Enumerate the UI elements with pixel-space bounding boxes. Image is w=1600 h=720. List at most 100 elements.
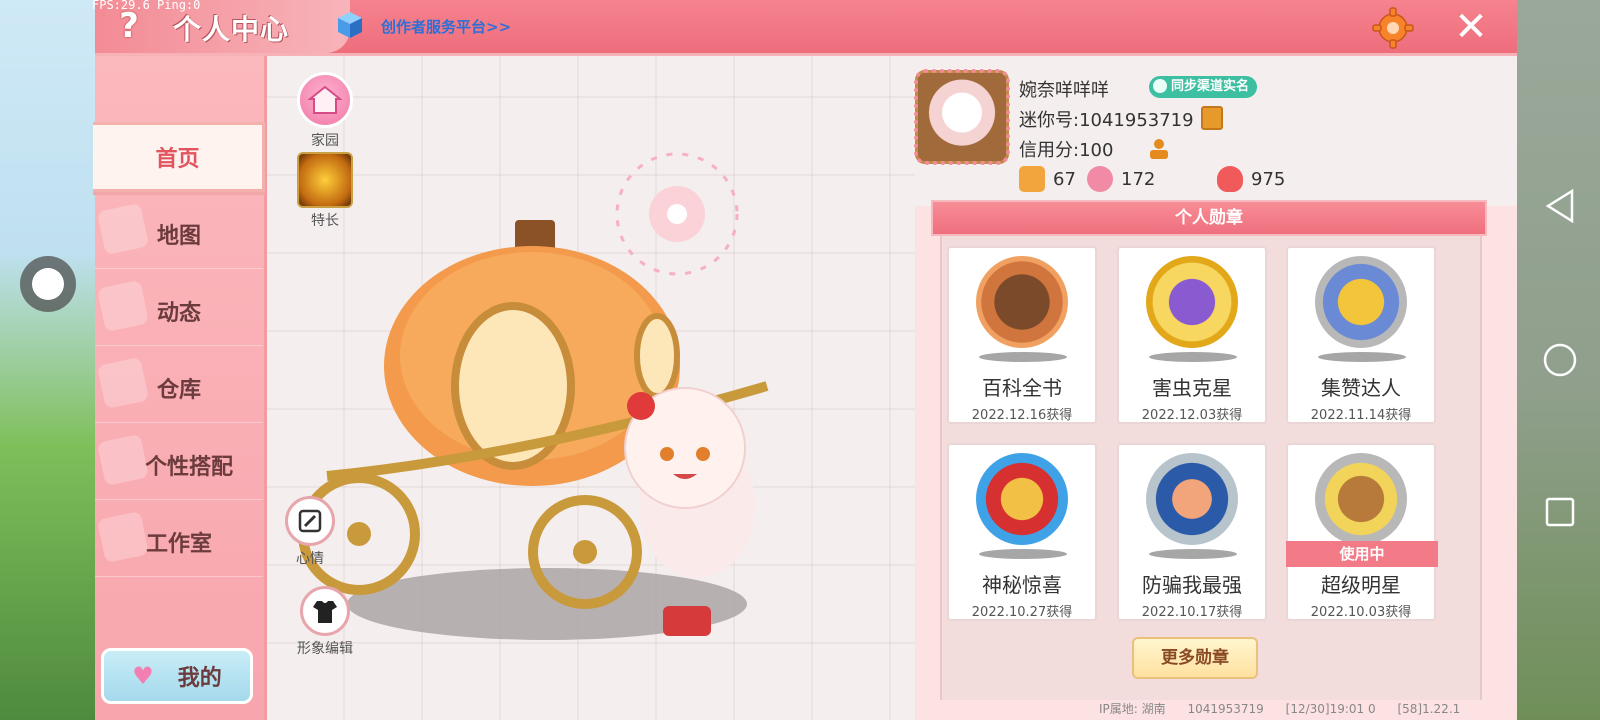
medal-card[interactable]: 害虫克星 2022.12.03获得: [1117, 246, 1267, 424]
house-icon: [297, 72, 353, 128]
my-button[interactable]: ♥ 我的: [101, 648, 253, 704]
medal-card[interactable]: 百科全书 2022.12.16获得: [947, 246, 1097, 424]
sidebar-item-label: 工作室: [145, 531, 212, 557]
page-title: 个人中心: [173, 13, 290, 46]
sidebar-item-feed[interactable]: 动态: [95, 276, 263, 346]
homestead-button[interactable]: 家园: [297, 72, 353, 150]
profile-card: 婉奈咩咩咩 同步渠道实名 迷你号:1041953719 信用分:100 67 1…: [914, 56, 1517, 206]
medal-shadow: [1149, 549, 1237, 559]
gear-icon[interactable]: [1371, 6, 1415, 50]
avatar-edit-button[interactable]: 形象编辑: [297, 586, 353, 658]
medal-date: 2022.10.03获得: [1310, 605, 1412, 620]
in-use-badge: 使用中: [1286, 541, 1438, 567]
time-info: [12/30]19:01 0: [1285, 702, 1376, 716]
medal-superstar-icon: [1315, 453, 1407, 545]
mood-label: 心情: [296, 551, 324, 567]
profile-avatar[interactable]: [914, 69, 1010, 165]
sidebar-item-map[interactable]: 地图: [95, 199, 263, 269]
character-showcase[interactable]: 家园 特长 心情 形象编辑: [267, 56, 915, 720]
warehouse-icon: [96, 356, 150, 410]
studio-icon: [96, 510, 150, 564]
medal-mystery-surprise-icon: [976, 453, 1068, 545]
mood-button[interactable]: 心情: [285, 496, 335, 568]
credit-user-icon[interactable]: [1147, 136, 1171, 160]
copy-icon[interactable]: [1201, 106, 1223, 130]
skill-label: 特长: [311, 213, 339, 229]
more-medals-button[interactable]: 更多勋章: [1132, 637, 1258, 679]
sidebar-item-label: 个性搭配: [144, 454, 233, 480]
medal-card[interactable]: 防骗我最强 2022.10.17获得: [1117, 443, 1267, 621]
medal-card[interactable]: 集赞达人 2022.11.14获得: [1286, 246, 1436, 424]
medal-shadow: [1318, 352, 1406, 362]
medal-name: 害虫克星: [1152, 376, 1232, 400]
sidebar-item-label: 首页: [155, 147, 200, 172]
sidebar-item-outfit[interactable]: 个性搭配: [95, 430, 263, 500]
stat-value: 67: [1053, 168, 1076, 190]
android-navigation-bar: [1520, 0, 1600, 720]
account-number: 1041953719: [1187, 702, 1264, 716]
sidebar-item-home[interactable]: 首页: [93, 122, 265, 192]
fire-icon: [1217, 166, 1243, 192]
edit-pencil-icon: [285, 496, 335, 546]
medal-date: 2022.10.27获得: [971, 605, 1073, 620]
mini-id: 迷你号:1041953719: [1019, 110, 1194, 131]
stat-item[interactable]: 172: [1087, 166, 1155, 192]
likes-icon: [1087, 166, 1113, 192]
medal-pest-buster-icon: [1146, 256, 1238, 348]
skill-button[interactable]: 特长: [297, 152, 353, 230]
skill-icon: [297, 152, 353, 208]
medal-date: 2022.11.14获得: [1310, 408, 1412, 423]
floating-ball-dot: [32, 268, 64, 300]
fps-overlay: FPS:29.6 Ping:0: [92, 0, 201, 12]
medal-anti-fraud-icon: [1146, 453, 1238, 545]
medal-shadow: [979, 549, 1067, 559]
medal-date: 2022.12.16获得: [971, 408, 1073, 423]
main-panel: 首页 地图 动态 仓库 个性搭配 工作室 ♥ 我的 家园 特长 心情 形象编辑 …: [93, 56, 1517, 720]
stat-item[interactable]: 975: [1217, 166, 1285, 192]
character-scene: [298, 152, 769, 640]
homestead-label: 家园: [311, 133, 339, 149]
sidebar-item-label: 地图: [156, 223, 201, 249]
medal-card[interactable]: 神秘惊喜 2022.10.27获得: [947, 443, 1097, 621]
my-button-label: 我的: [177, 666, 222, 691]
medal-name: 超级明星: [1321, 573, 1401, 597]
outfit-edit-icon: [300, 586, 350, 636]
outfit-icon: [96, 433, 150, 487]
version-info: [58]1.22.1: [1397, 702, 1461, 716]
sidebar-item-studio[interactable]: 工作室: [95, 507, 263, 577]
avatar-frame: [914, 69, 1010, 165]
realname-badge[interactable]: 同步渠道实名: [1149, 76, 1258, 98]
floating-assistant-ball[interactable]: [20, 256, 76, 312]
home-circle-icon[interactable]: [1542, 342, 1578, 378]
medal-shadow: [1149, 352, 1237, 362]
ip-location: IP属地: 湖南: [1099, 702, 1166, 716]
footer-info: IP属地: 湖南 1041953719 [12/30]19:01 0 [58]1…: [1099, 700, 1478, 717]
medal-section-header: 个人勋章: [931, 200, 1487, 236]
creator-platform-link[interactable]: 创作者服务平台>>: [381, 16, 511, 37]
close-icon[interactable]: ✕: [1451, 7, 1491, 48]
stat-item[interactable]: 67: [1019, 166, 1076, 192]
medal-encyclopedia-icon: [976, 256, 1068, 348]
bell-icon: [96, 279, 150, 333]
recent-apps-icon[interactable]: [1542, 494, 1578, 530]
back-icon[interactable]: [1542, 188, 1578, 224]
medal-date: 2022.10.17获得: [1141, 605, 1243, 620]
avatar-edit-label: 形象编辑: [297, 641, 353, 657]
title-bar: ? 个人中心 创作者服务平台>> ✕: [95, 0, 1517, 56]
medal-shadow: [979, 352, 1067, 362]
sakura-effect: [615, 152, 739, 276]
medal-name: 百科全书: [982, 376, 1062, 400]
stat-value: 975: [1251, 168, 1286, 190]
cube-icon[interactable]: [335, 10, 365, 40]
medal-date: 2022.12.03获得: [1141, 408, 1243, 423]
medal-name: 神秘惊喜: [982, 573, 1062, 597]
sidebar-item-label: 动态: [156, 300, 201, 326]
help-icon[interactable]: ?: [109, 6, 149, 46]
nickname: 婉奈咩咩咩: [1019, 80, 1109, 101]
sidebar-item-label: 仓库: [156, 377, 201, 403]
heart-icon: ♥: [132, 662, 154, 690]
medal-like-master-icon: [1315, 256, 1407, 348]
medal-name: 集赞达人: [1321, 376, 1401, 400]
medal-card[interactable]: 使用中 超级明星 2022.10.03获得: [1286, 443, 1438, 621]
sidebar-item-warehouse[interactable]: 仓库: [95, 353, 263, 423]
